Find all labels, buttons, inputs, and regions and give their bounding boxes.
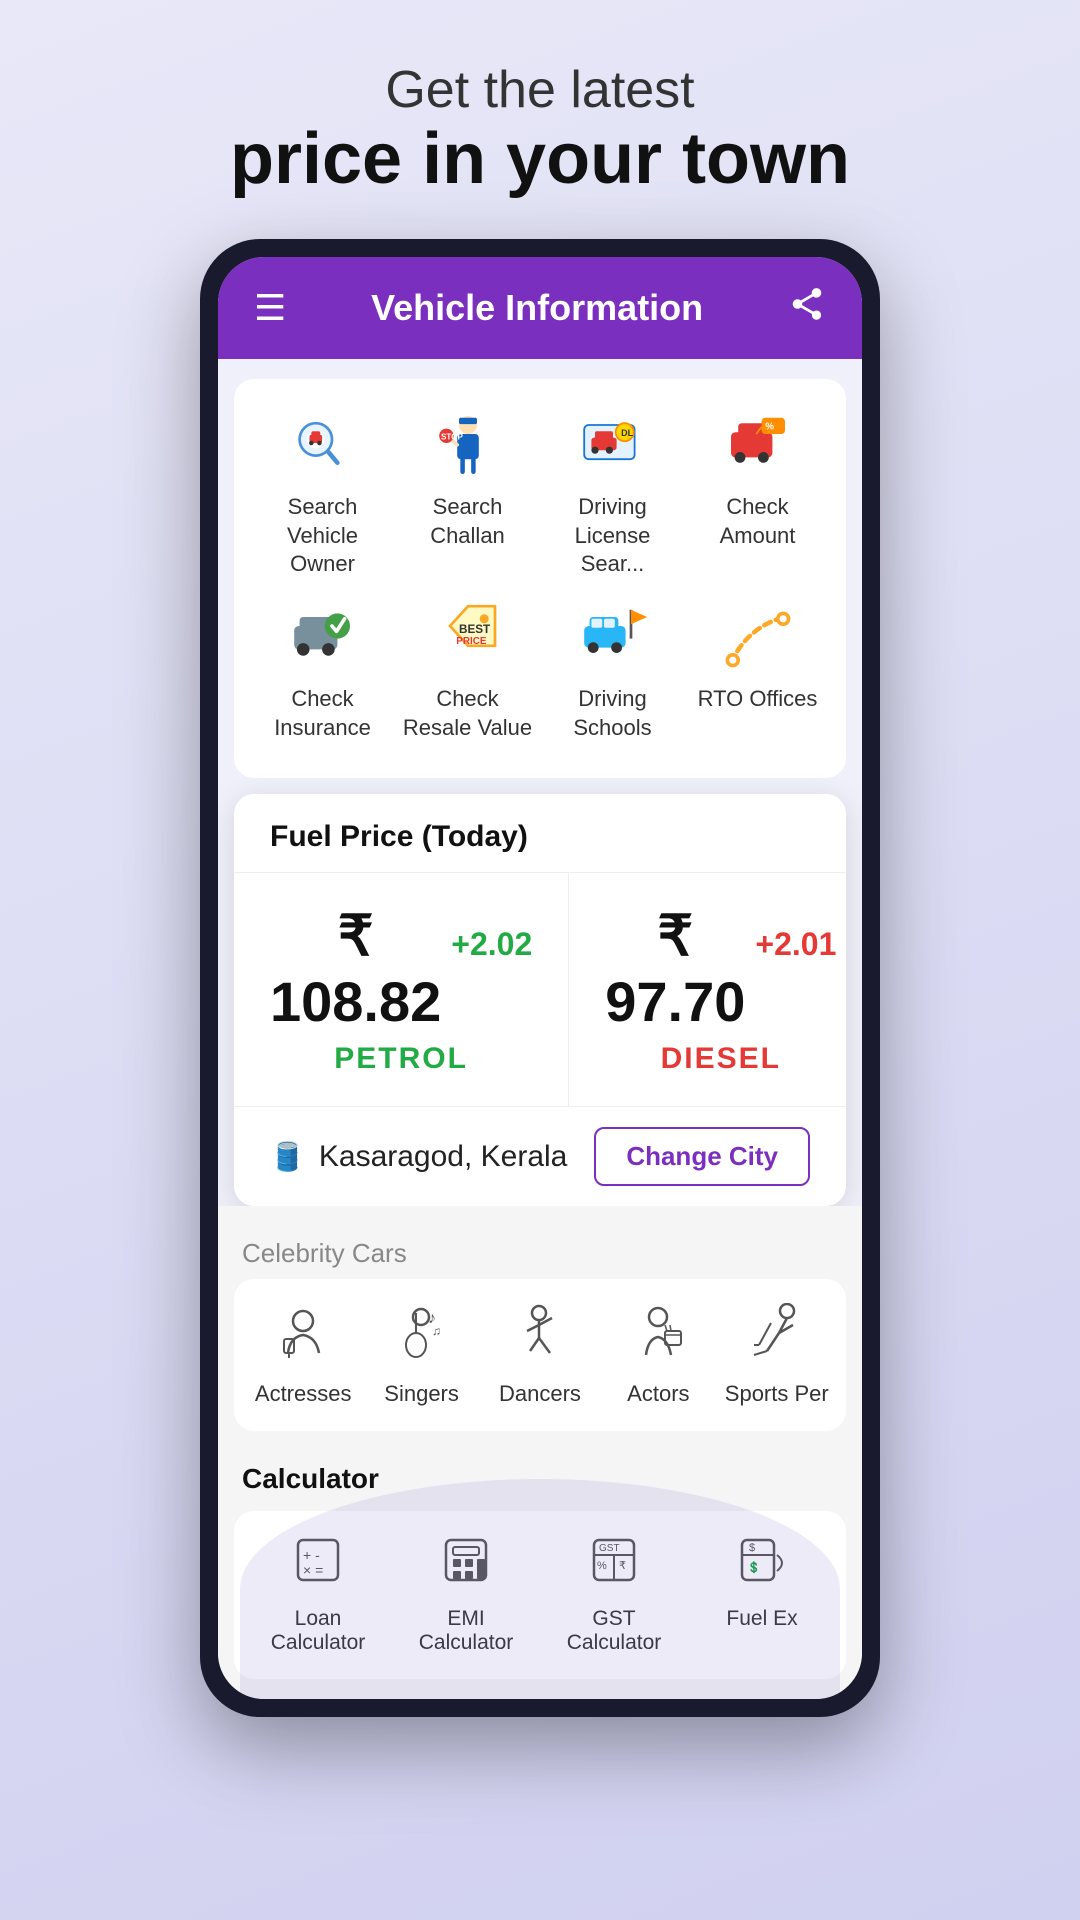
driving-schools-icon <box>573 595 653 675</box>
actresses-icon <box>276 1303 331 1371</box>
dancers-icon <box>512 1303 567 1371</box>
svg-text:%: % <box>765 422 774 433</box>
gst-calculator-label: GST Calculator <box>554 1607 674 1655</box>
vehicle-menu-grid: Search Vehicle Owner <box>234 379 846 778</box>
celeb-label-sports: Sports Per <box>725 1381 829 1407</box>
grid-item-check-amount[interactable]: % Check Amount <box>693 403 823 579</box>
celeb-label-actresses: Actresses <box>255 1381 352 1407</box>
calc-item-gst[interactable]: GST % ₹ GST Calculator <box>554 1535 674 1655</box>
celeb-item-sports[interactable]: Sports Per <box>722 1303 832 1407</box>
fuel-expense-icon: $ 💲 <box>737 1535 787 1597</box>
svg-text:♫: ♫ <box>432 1324 441 1338</box>
calc-item-emi[interactable]: EMI Calculator <box>406 1535 526 1655</box>
petrol-col: ₹ 108.82 +2.02 PETROL <box>234 873 569 1106</box>
celebrity-row: Actresses ♪ ♫ Singers <box>234 1279 846 1431</box>
fuel-price-card: Fuel Price (Today) ₹ 108.82 +2.02 PETROL… <box>234 794 846 1206</box>
search-challan-icon: STOP <box>428 403 508 483</box>
hero-section: Get the latest price in your town <box>230 60 850 199</box>
grid-item-driving-schools[interactable]: Driving Schools <box>548 595 678 742</box>
svg-text:PRICE: PRICE <box>456 636 487 647</box>
emi-calculator-icon <box>441 1535 491 1597</box>
app-header: ☰ Vehicle Information <box>218 257 862 359</box>
hamburger-icon[interactable]: ☰ <box>254 290 286 326</box>
grid-item-driving-license[interactable]: DL Driving License Sear... <box>548 403 678 579</box>
grid-item-search-challan[interactable]: STOP Search Challan <box>403 403 533 579</box>
celeb-item-dancers[interactable]: Dancers <box>485 1303 595 1407</box>
diesel-label: DIESEL <box>605 1042 836 1076</box>
fuel-expense-label: Fuel Ex <box>726 1607 797 1631</box>
app-title: Vehicle Information <box>371 287 703 329</box>
celeb-item-actors[interactable]: Actors <box>603 1303 713 1407</box>
grid-row-1: Search Vehicle Owner <box>250 403 830 579</box>
search-vehicle-icon <box>283 403 363 483</box>
share-icon[interactable] <box>788 285 826 331</box>
phone-screen: ☰ Vehicle Information <box>218 257 862 1699</box>
svg-text:DL: DL <box>621 428 633 438</box>
grid-label-check-resale: Check Resale Value <box>403 685 533 742</box>
diesel-change: +2.01 <box>755 926 836 963</box>
grid-label-search-challan: Search Challan <box>403 493 533 550</box>
hero-title: price in your town <box>230 120 850 199</box>
loan-calculator-label: Loan Calculator <box>258 1607 378 1655</box>
fuel-pump-icon: 🛢️ <box>270 1140 305 1173</box>
celeb-label-singers: Singers <box>384 1381 459 1407</box>
check-amount-icon: % <box>718 403 798 483</box>
driving-license-icon: DL <box>573 403 653 483</box>
celeb-item-singers[interactable]: ♪ ♫ Singers <box>367 1303 477 1407</box>
svg-text:+ -: + - <box>303 1547 320 1563</box>
calc-item-loan[interactable]: + - × = Loan Calculator <box>258 1535 378 1655</box>
grid-item-rto-offices[interactable]: RTO Offices <box>693 595 823 742</box>
celeb-item-actresses[interactable]: Actresses <box>248 1303 358 1407</box>
diesel-amount: ₹ 97.70 <box>605 903 745 1034</box>
calculator-section-label: Calculator <box>234 1447 846 1511</box>
grid-row-2: Check Insurance BEST PRICE Check Resale … <box>250 595 830 742</box>
hero-subtitle: Get the latest <box>230 60 850 120</box>
grid-item-search-vehicle[interactable]: Search Vehicle Owner <box>258 403 388 579</box>
svg-text:× =: × = <box>303 1562 323 1578</box>
grid-label-check-amount: Check Amount <box>693 493 823 550</box>
city-name: Kasaragod, Kerala <box>319 1140 568 1174</box>
grid-item-check-insurance[interactable]: Check Insurance <box>258 595 388 742</box>
phone-frame: ☰ Vehicle Information <box>200 239 880 1717</box>
calculator-section: Calculator + - × = Loan Calculator <box>218 1431 862 1699</box>
calculator-row: + - × = Loan Calculator <box>234 1511 846 1679</box>
loan-calculator-icon: + - × = <box>293 1535 343 1597</box>
petrol-change: +2.02 <box>451 926 532 963</box>
petrol-label: PETROL <box>270 1042 532 1076</box>
city-info: 🛢️ Kasaragod, Kerala <box>270 1140 567 1174</box>
celeb-label-actors: Actors <box>627 1381 689 1407</box>
petrol-amount: ₹ 108.82 <box>270 903 441 1034</box>
check-resale-icon: BEST PRICE <box>428 595 508 675</box>
fuel-city-row: 🛢️ Kasaragod, Kerala Change City <box>234 1106 846 1206</box>
svg-text:💲: 💲 <box>747 1561 761 1574</box>
svg-text:STOP: STOP <box>441 433 463 442</box>
svg-text:GST: GST <box>599 1543 620 1554</box>
celebrity-section: Celebrity Cars Actresses <box>218 1206 862 1431</box>
rto-offices-icon <box>718 595 798 675</box>
check-insurance-icon <box>283 595 363 675</box>
calc-item-fuel[interactable]: $ 💲 Fuel Ex <box>702 1535 822 1655</box>
grid-label-driving-license: Driving License Sear... <box>548 493 678 579</box>
grid-label-rto-offices: RTO Offices <box>698 685 818 714</box>
emi-calculator-label: EMI Calculator <box>406 1607 526 1655</box>
grid-label-driving-schools: Driving Schools <box>548 685 678 742</box>
celebrity-section-label: Celebrity Cars <box>234 1222 846 1279</box>
svg-text:₹: ₹ <box>619 1560 626 1572</box>
grid-label-search-vehicle: Search Vehicle Owner <box>258 493 388 579</box>
fuel-prices-row: ₹ 108.82 +2.02 PETROL ₹ 97.70 +2.01 DIES… <box>234 872 846 1106</box>
grid-label-check-insurance: Check Insurance <box>258 685 388 742</box>
change-city-button[interactable]: Change City <box>594 1127 810 1186</box>
fuel-card-title: Fuel Price (Today) <box>234 794 846 872</box>
gst-calculator-icon: GST % ₹ <box>589 1535 639 1597</box>
svg-text:$: $ <box>749 1542 755 1554</box>
svg-text:BEST: BEST <box>459 623 491 636</box>
diesel-col: ₹ 97.70 +2.01 DIESEL <box>569 873 846 1106</box>
actors-icon <box>631 1303 686 1371</box>
grid-item-check-resale[interactable]: BEST PRICE Check Resale Value <box>403 595 533 742</box>
sports-icon <box>749 1303 804 1371</box>
celeb-label-dancers: Dancers <box>499 1381 581 1407</box>
svg-text:%: % <box>597 1560 607 1572</box>
singers-icon: ♪ ♫ <box>394 1303 449 1371</box>
